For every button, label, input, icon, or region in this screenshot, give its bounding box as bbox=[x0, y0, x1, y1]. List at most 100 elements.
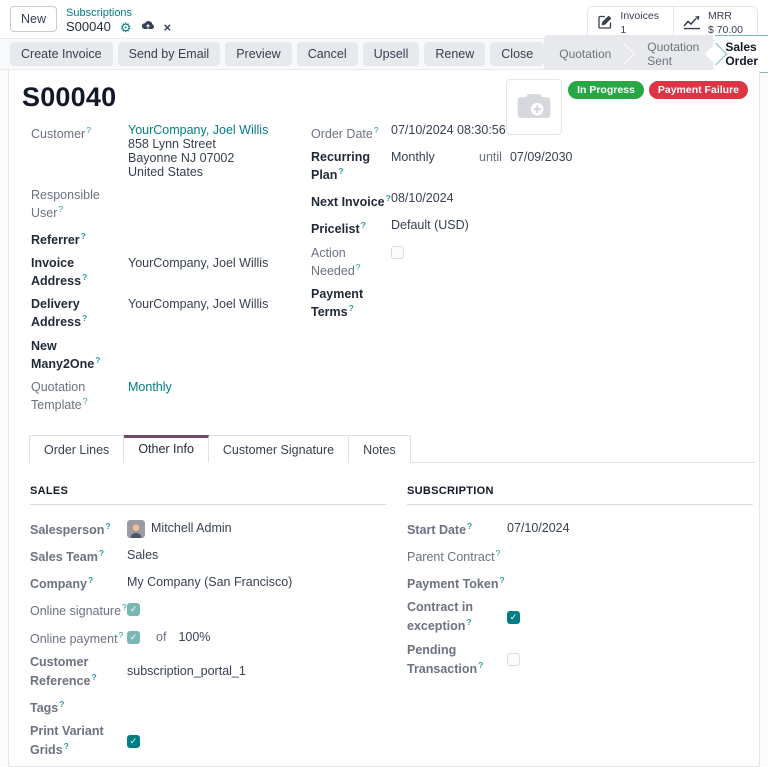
customer-link[interactable]: YourCompany, Joel Willis bbox=[128, 123, 268, 137]
help-icon[interactable]: ? bbox=[91, 672, 96, 682]
cancel-button[interactable]: Cancel bbox=[297, 42, 358, 66]
help-icon[interactable]: ? bbox=[59, 699, 64, 709]
quotation-template-link[interactable]: Monthly bbox=[128, 380, 172, 394]
contract-in-exception-checkbox[interactable]: ✓ bbox=[507, 611, 520, 624]
field-parent-contract: Parent Contract? bbox=[407, 546, 753, 565]
field-quotation-template: Quotation Template? Monthly bbox=[31, 380, 311, 412]
close-button[interactable]: Close bbox=[490, 42, 544, 66]
delivery-address-value[interactable]: YourCompany, Joel Willis bbox=[128, 297, 268, 311]
notebook-tabs: Order Lines Other Info Customer Signatur… bbox=[29, 435, 755, 463]
cloud-save-icon[interactable] bbox=[141, 20, 155, 34]
until-date-value[interactable]: 07/09/2030 bbox=[510, 150, 573, 164]
company-label: Company bbox=[30, 577, 87, 591]
renew-button[interactable]: Renew bbox=[424, 42, 485, 66]
customer-reference-value[interactable]: subscription_portal_1 bbox=[127, 664, 246, 679]
control-panel: New Subscriptions S00040 ⚙ × Invoices 1 bbox=[0, 0, 768, 38]
breadcrumb-current: S00040 bbox=[66, 20, 111, 34]
company-value[interactable]: My Company (San Francisco) bbox=[127, 575, 292, 590]
field-payment-terms: Payment Terms? bbox=[311, 287, 611, 319]
breadcrumb: Subscriptions S00040 ⚙ × bbox=[66, 6, 171, 34]
online-payment-label: Online payment bbox=[30, 632, 118, 646]
help-icon[interactable]: ? bbox=[81, 231, 86, 241]
print-variant-grids-checkbox[interactable]: ✓ bbox=[127, 735, 140, 748]
field-online-payment: Online payment? ✓ of 100% bbox=[30, 628, 386, 647]
help-icon[interactable]: ? bbox=[338, 166, 343, 176]
field-sales-team: Sales Team? Sales bbox=[30, 546, 386, 565]
help-icon[interactable]: ? bbox=[83, 396, 88, 406]
sales-team-value[interactable]: Sales bbox=[127, 548, 158, 563]
product-image-placeholder[interactable] bbox=[506, 79, 562, 135]
help-icon[interactable]: ? bbox=[95, 355, 100, 365]
tab-other-info[interactable]: Other Info bbox=[124, 435, 209, 463]
upsell-button[interactable]: Upsell bbox=[363, 42, 420, 66]
action-needed-checkbox[interactable] bbox=[391, 246, 404, 259]
discard-icon[interactable]: × bbox=[164, 21, 172, 34]
preview-button[interactable]: Preview bbox=[225, 42, 291, 66]
help-icon[interactable]: ? bbox=[496, 548, 501, 558]
stage-quotation[interactable]: Quotation bbox=[544, 35, 625, 73]
tab-customer-signature[interactable]: Customer Signature bbox=[209, 435, 349, 463]
until-label: until bbox=[479, 150, 502, 164]
field-customer-reference: Customer Reference? subscription_portal_… bbox=[30, 655, 386, 689]
help-icon[interactable]: ? bbox=[88, 575, 93, 585]
new-button[interactable]: New bbox=[10, 6, 57, 32]
mrr-label: MRR bbox=[708, 10, 743, 24]
help-icon[interactable]: ? bbox=[374, 125, 379, 135]
gear-icon[interactable]: ⚙ bbox=[120, 21, 132, 34]
stage-quotation-sent[interactable]: Quotation Sent bbox=[625, 35, 713, 73]
salesperson-value[interactable]: Mitchell Admin bbox=[151, 521, 232, 536]
help-icon[interactable]: ? bbox=[82, 313, 87, 323]
referrer-label: Referrer bbox=[31, 233, 80, 247]
stage-pipeline: Quotation Quotation Sent Sales Order bbox=[544, 35, 768, 73]
pending-transaction-checkbox[interactable] bbox=[507, 653, 520, 666]
help-icon[interactable]: ? bbox=[105, 521, 110, 531]
online-signature-checkbox[interactable]: ✓ bbox=[127, 603, 140, 616]
stage-sales-order-active[interactable]: Sales Order bbox=[715, 35, 768, 73]
send-by-email-button[interactable]: Send by Email bbox=[118, 42, 221, 66]
order-date-value[interactable]: 07/10/2024 08:30:56 bbox=[391, 123, 506, 137]
online-payment-checkbox[interactable]: ✓ bbox=[127, 631, 140, 644]
help-icon[interactable]: ? bbox=[478, 660, 483, 670]
payment-token-label: Payment Token bbox=[407, 577, 498, 591]
help-icon[interactable]: ? bbox=[86, 125, 91, 135]
tab-order-lines[interactable]: Order Lines bbox=[29, 435, 124, 463]
field-delivery-address: Delivery Address? YourCompany, Joel Will… bbox=[31, 297, 311, 329]
line-chart-icon bbox=[683, 15, 701, 33]
help-icon[interactable]: ? bbox=[64, 741, 69, 751]
customer-label: Customer bbox=[31, 127, 85, 141]
field-customer: Customer? YourCompany, Joel Willis 858 L… bbox=[31, 123, 311, 179]
invoice-address-value[interactable]: YourCompany, Joel Willis bbox=[128, 256, 268, 270]
help-icon[interactable]: ? bbox=[82, 272, 87, 282]
subscription-section: SUBSCRIPTION Start Date? 07/10/2024 Pare… bbox=[407, 485, 753, 766]
customer-address-line: 858 Lynn Street bbox=[128, 137, 268, 151]
field-responsible-user: Responsible User? bbox=[31, 188, 311, 220]
help-icon[interactable]: ? bbox=[356, 262, 361, 272]
next-invoice-label: Next Invoice bbox=[311, 195, 385, 209]
of-label: of bbox=[156, 630, 166, 645]
breadcrumb-parent-link[interactable]: Subscriptions bbox=[66, 7, 171, 19]
status-badge-payment-failure: Payment Failure bbox=[649, 81, 748, 99]
help-icon[interactable]: ? bbox=[467, 521, 472, 531]
invoices-label: Invoices bbox=[620, 10, 659, 24]
pricelist-value[interactable]: Default (USD) bbox=[391, 218, 469, 232]
field-new-many2one: New Many2One? bbox=[31, 339, 311, 371]
create-invoice-button[interactable]: Create Invoice bbox=[10, 42, 113, 66]
help-icon[interactable]: ? bbox=[99, 548, 104, 558]
field-contract-in-exception: Contract in exception? ✓ bbox=[407, 600, 753, 634]
help-icon[interactable]: ? bbox=[499, 575, 504, 585]
help-icon[interactable]: ? bbox=[361, 220, 366, 230]
start-date-value[interactable]: 07/10/2024 bbox=[507, 521, 570, 536]
field-pricelist: Pricelist? Default (USD) bbox=[311, 218, 611, 236]
field-online-signature: Online signature? ✓ bbox=[30, 600, 386, 619]
prepayment-percent-value[interactable]: 100% bbox=[178, 630, 210, 645]
recurring-plan-value[interactable]: Monthly bbox=[391, 150, 479, 164]
help-icon[interactable]: ? bbox=[58, 204, 63, 214]
help-icon[interactable]: ? bbox=[349, 303, 354, 313]
field-action-needed: Action Needed? bbox=[311, 246, 611, 278]
next-invoice-value[interactable]: 08/10/2024 bbox=[391, 191, 454, 205]
sales-section-title: SALES bbox=[30, 485, 386, 505]
help-icon[interactable]: ? bbox=[466, 617, 471, 627]
field-referrer: Referrer? bbox=[31, 229, 311, 247]
help-icon[interactable]: ? bbox=[119, 630, 124, 640]
tab-notes[interactable]: Notes bbox=[349, 435, 411, 463]
